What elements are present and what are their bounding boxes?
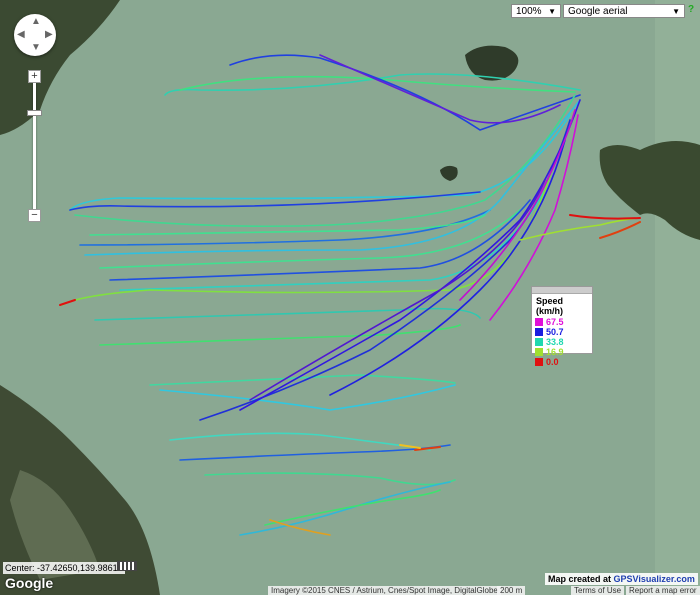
legend-value: 0.0: [546, 357, 559, 367]
scale-label: 200 m: [497, 586, 526, 595]
dropdown-arrow-icon: ▼: [672, 7, 680, 16]
map-created-credit: Map created at GPSVisualizer.com: [545, 573, 698, 585]
legend-item: 16.9: [532, 347, 592, 357]
zoom-select[interactable]: 100% ▼: [511, 4, 561, 18]
terms-of-use-link[interactable]: Terms of Use: [571, 586, 625, 595]
created-prefix: Map created at: [548, 574, 614, 584]
legend-value: 33.8: [546, 337, 564, 347]
legend-value: 50.7: [546, 327, 564, 337]
zoom-out-button[interactable]: −: [28, 209, 41, 222]
aerial-map[interactable]: [0, 0, 700, 595]
legend-header-bar: [532, 287, 592, 294]
dropdown-arrow-icon: ▼: [548, 7, 556, 16]
center-coordinates: Center: -37.42650,139.98613: [3, 562, 125, 574]
legend-item: 0.0: [532, 357, 592, 367]
speed-legend: Speed (km/h) 67.5 50.7 33.8 16.9 0.0: [531, 286, 593, 367]
legend-value: 67.5: [546, 317, 564, 327]
gpsvisualizer-link[interactable]: GPSVisualizer.com: [614, 574, 695, 584]
legend-item: 67.5: [532, 317, 592, 327]
pan-control[interactable]: ▲ ▼ ◀ ▶: [14, 14, 56, 56]
zoom-select-value: 100%: [516, 6, 542, 17]
legend-swatch: [535, 328, 543, 336]
pan-left-icon[interactable]: ◀: [17, 29, 25, 40]
map-type-select-value: Google aerial: [568, 6, 628, 17]
report-map-error-link[interactable]: Report a map error: [626, 586, 700, 595]
legend-swatch: [535, 338, 543, 346]
legend-swatch: [535, 348, 543, 356]
legend-title: Speed (km/h): [536, 296, 564, 316]
legend-value: 16.9: [546, 347, 564, 357]
legend-swatch: [535, 318, 543, 326]
zoom-slider-handle[interactable]: [27, 110, 42, 116]
zoom-slider-track[interactable]: [33, 76, 36, 216]
legend-swatch: [535, 358, 543, 366]
imagery-attribution: Imagery ©2015 CNES / Astrium, Cnes/Spot …: [268, 586, 501, 595]
legend-item: 33.8: [532, 337, 592, 347]
legend-item: 50.7: [532, 327, 592, 337]
pan-right-icon[interactable]: ▶: [45, 29, 53, 40]
zoom-in-button[interactable]: +: [28, 70, 41, 83]
pan-up-icon[interactable]: ▲: [31, 16, 41, 27]
ruler-icon[interactable]: [117, 561, 137, 571]
help-link[interactable]: ?: [688, 4, 694, 15]
imagery-strip: [655, 0, 700, 595]
google-logo: Google: [5, 575, 54, 591]
pan-down-icon[interactable]: ▼: [31, 42, 41, 53]
map-type-select[interactable]: Google aerial ▼: [563, 4, 685, 18]
